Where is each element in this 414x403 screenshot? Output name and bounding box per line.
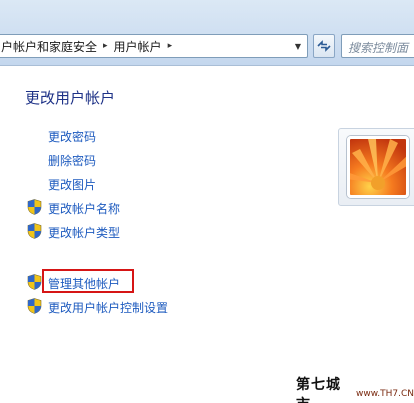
search-input[interactable]: 搜索控制面	[341, 34, 414, 58]
page-title: 更改用户帐户	[25, 89, 116, 107]
address-dropdown-icon[interactable]: ▼	[291, 38, 305, 54]
change-account-name-link[interactable]: 更改帐户名称	[48, 200, 120, 217]
refresh-icon	[317, 40, 331, 52]
change-picture-link[interactable]: 更改图片	[48, 176, 96, 193]
user-picture[interactable]	[347, 136, 409, 198]
content-pane: 更改用户帐户 更改密码 删除密码 更改图片 更改帐户名称 更改帐户类型 管理其他…	[0, 66, 414, 403]
change-account-type-link[interactable]: 更改帐户类型	[48, 224, 120, 241]
breadcrumb-separator-icon[interactable]: ▸	[103, 41, 108, 51]
breadcrumb-separator-icon[interactable]: ▸	[168, 41, 173, 51]
watermark-chinese-text: 第七城市	[296, 376, 341, 403]
window-chrome: 户帐户和家庭安全 ▸ 用户帐户 ▸ ▼ 搜索控制面	[0, 0, 414, 66]
uac-shield-icon	[27, 298, 42, 314]
change-uac-settings-link[interactable]: 更改用户帐户控制设置	[48, 299, 168, 316]
remove-password-link[interactable]: 删除密码	[48, 152, 96, 169]
breadcrumb-item-user-accounts[interactable]: 用户帐户	[114, 38, 162, 55]
uac-shield-icon	[27, 223, 42, 239]
uac-shield-icon	[27, 199, 42, 215]
watermark: 第七城市 www.TH7.CN	[296, 377, 414, 403]
watermark-site-text: www.TH7.CN	[356, 388, 414, 399]
uac-shield-icon	[27, 274, 42, 290]
breadcrumb-item-family-safety[interactable]: 户帐户和家庭安全	[1, 38, 97, 55]
user-picture-frame	[338, 128, 414, 206]
address-bar[interactable]: 户帐户和家庭安全 ▸ 用户帐户 ▸ ▼	[0, 34, 308, 58]
manage-other-accounts-link[interactable]: 管理其他帐户	[48, 275, 120, 292]
flower-picture-icon	[350, 139, 406, 195]
change-password-link[interactable]: 更改密码	[48, 128, 96, 145]
breadcrumb: 户帐户和家庭安全 ▸ 用户帐户 ▸	[0, 38, 178, 55]
refresh-button[interactable]	[313, 34, 335, 58]
control-panel-window: 户帐户和家庭安全 ▸ 用户帐户 ▸ ▼ 搜索控制面 更改用户帐户 更改密码 删除…	[0, 0, 414, 403]
